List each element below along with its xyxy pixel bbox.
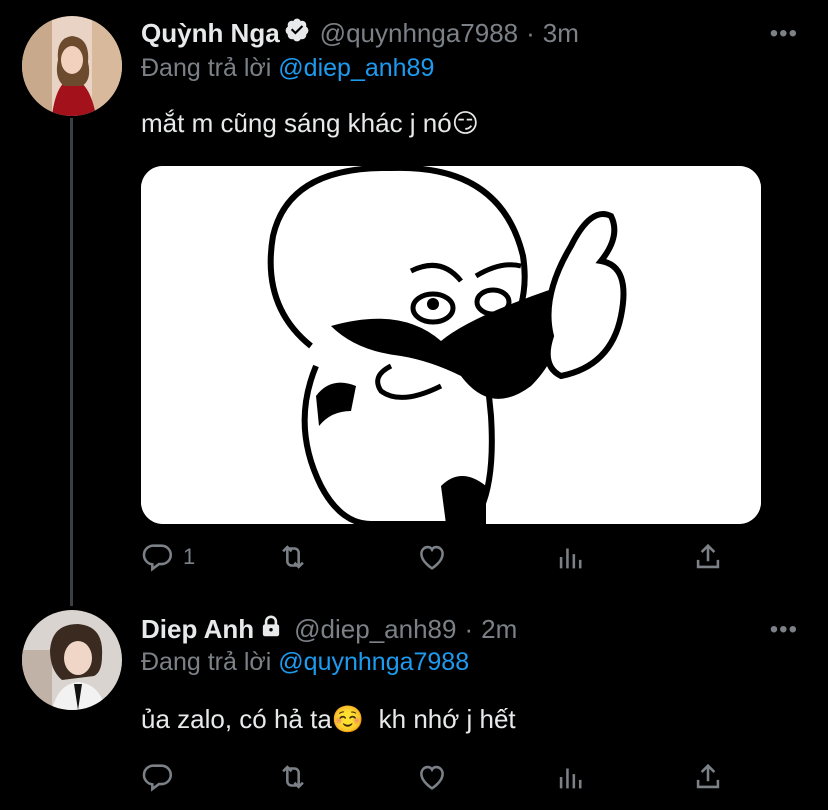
share-icon xyxy=(696,543,720,569)
tweet-text-tail: kh nhớ j hết xyxy=(364,704,516,734)
analytics-button[interactable] xyxy=(554,540,588,574)
separator-dot: · xyxy=(526,17,535,48)
smiling-emoji-icon: ☺️ xyxy=(331,704,365,734)
reply-icon xyxy=(142,764,173,792)
tweet-media-image[interactable] xyxy=(141,166,761,524)
tweet-1: Quỳnh Nga @quynhnga7988 · 3m ••• Đang tr… xyxy=(0,0,828,600)
more-options-icon[interactable]: ••• xyxy=(770,20,798,48)
retweet-button[interactable] xyxy=(276,540,310,574)
avatar-image xyxy=(22,16,122,116)
smirk-emoji-icon: 😏 xyxy=(451,108,479,138)
replying-to-mention[interactable]: @quynhnga7988 xyxy=(278,648,469,676)
replying-to: Đang trả lời @quynhnga7988 xyxy=(141,648,469,677)
verified-badge-icon xyxy=(284,17,310,50)
heart-icon xyxy=(420,545,444,570)
avatar[interactable] xyxy=(22,610,122,710)
analytics-icon xyxy=(559,548,582,569)
retweet-button[interactable] xyxy=(276,760,310,794)
share-button[interactable] xyxy=(691,760,725,794)
reply-icon xyxy=(142,544,173,572)
author-handle[interactable]: @diep_anh89 xyxy=(294,614,456,645)
replying-to: Đang trả lời @diep_anh89 xyxy=(141,54,434,83)
share-button[interactable] xyxy=(691,540,725,574)
like-button[interactable] xyxy=(415,540,449,574)
analytics-icon xyxy=(559,768,582,789)
author-name[interactable]: Quỳnh Nga xyxy=(141,18,280,49)
timestamp[interactable]: 2m xyxy=(481,614,517,645)
replying-to-label: Đang trả lời xyxy=(141,54,272,82)
reply-button[interactable]: 1 xyxy=(141,540,195,574)
tweet-text: mắt m cũng sáng khác j nó😏 xyxy=(141,108,479,139)
author-name[interactable]: Diep Anh xyxy=(141,614,254,645)
tweet-text-body: ủa zalo, có hả ta xyxy=(141,704,332,734)
tweet-actions xyxy=(141,760,741,800)
meme-sticker-image xyxy=(141,166,761,524)
tweet-header: Quỳnh Nga @quynhnga7988 · 3m xyxy=(141,16,579,50)
like-button[interactable] xyxy=(415,760,449,794)
avatar[interactable] xyxy=(22,16,122,116)
avatar-image xyxy=(22,610,122,710)
analytics-button[interactable] xyxy=(554,760,588,794)
heart-icon xyxy=(420,765,444,790)
reply-button[interactable] xyxy=(141,760,175,794)
tweet-2: Diep Anh @diep_anh89 · 2m ••• Đang trả l… xyxy=(0,600,828,810)
replying-to-label: Đang trả lời xyxy=(141,648,272,676)
tweet-header: Diep Anh @diep_anh89 · 2m xyxy=(141,612,517,646)
more-options-icon[interactable]: ••• xyxy=(770,616,798,644)
share-icon xyxy=(696,763,720,789)
retweet-icon xyxy=(282,765,304,789)
tweet-text: ủa zalo, có hả ta☺️ kh nhớ j hết xyxy=(141,704,516,735)
reply-count: 1 xyxy=(183,544,196,569)
lock-icon xyxy=(258,613,284,646)
replying-to-mention[interactable]: @diep_anh89 xyxy=(278,54,434,82)
tweet-text-body: mắt m cũng sáng khác j nó xyxy=(141,108,452,138)
separator-dot: · xyxy=(464,613,474,644)
tweet-actions: 1 xyxy=(141,540,741,580)
retweet-icon xyxy=(282,545,304,569)
timestamp[interactable]: 3m xyxy=(543,18,579,49)
author-handle[interactable]: @quynhnga7988 xyxy=(320,18,518,49)
